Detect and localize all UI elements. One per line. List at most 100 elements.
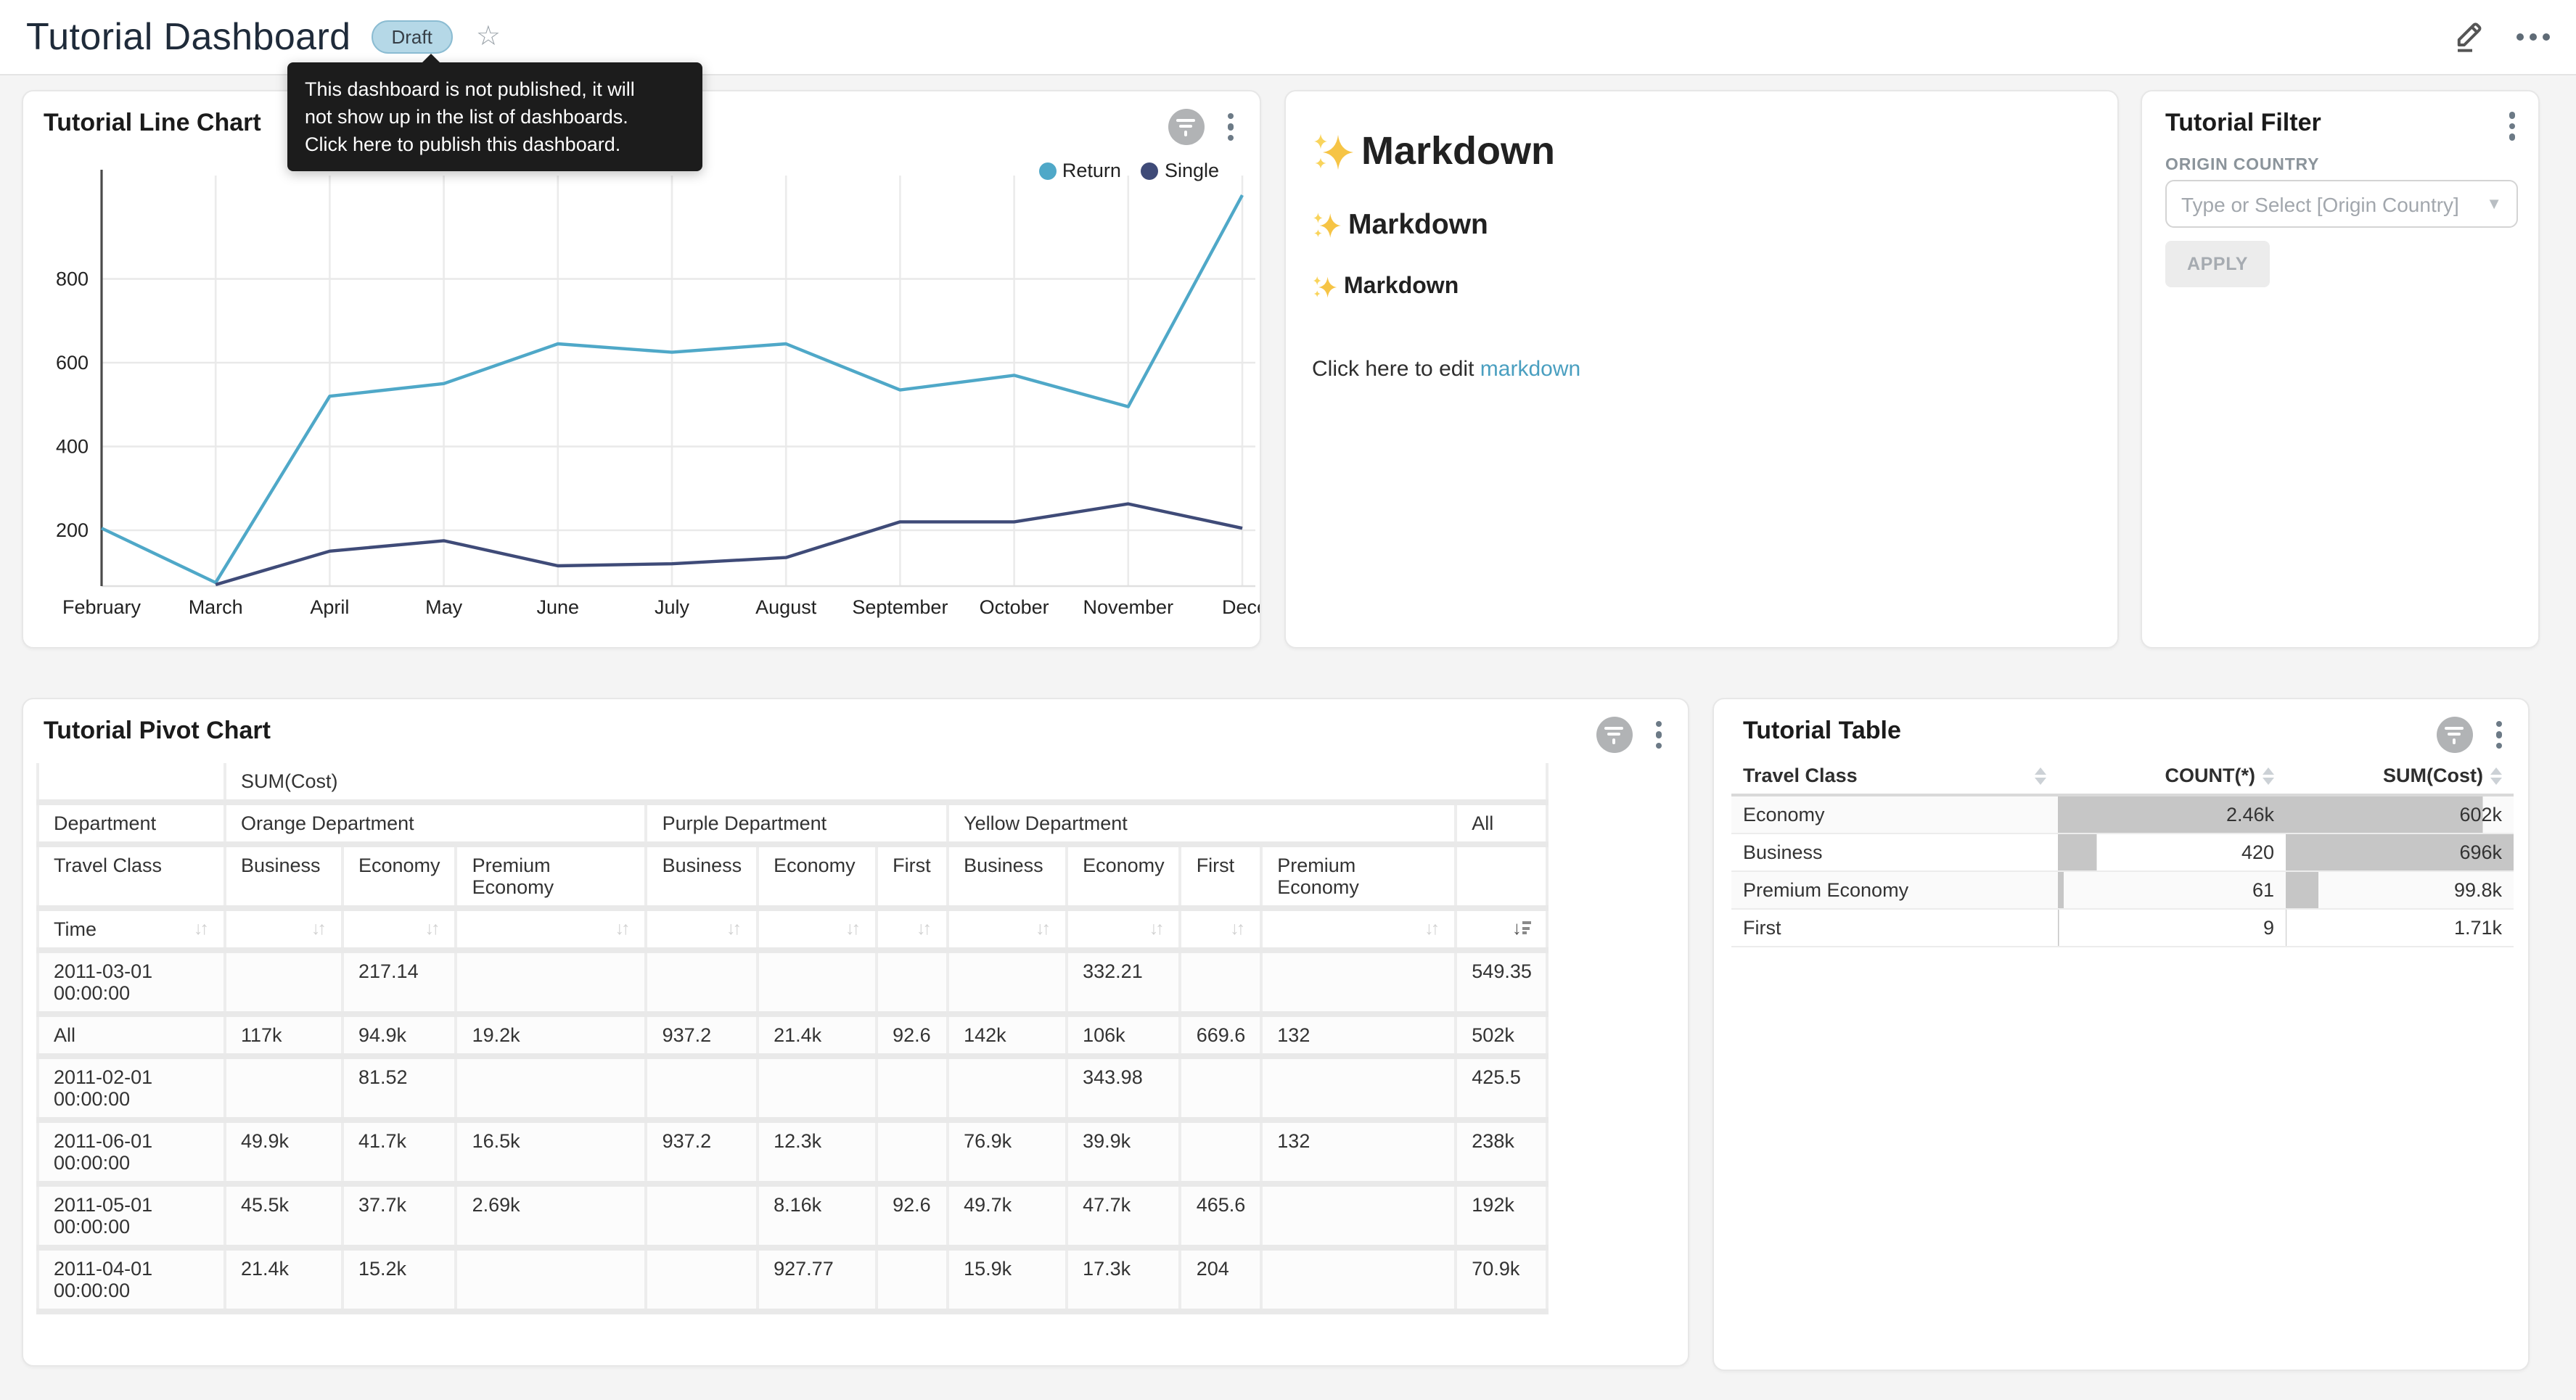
pivot-sort-cell: ↓↑ bbox=[456, 908, 647, 950]
pivot-cell: 343.98 bbox=[1067, 1056, 1181, 1120]
pivot-column-header: Premium Economy bbox=[1261, 844, 1456, 908]
apply-button[interactable]: APPLY bbox=[2165, 241, 2270, 287]
pivot-column-header: First bbox=[877, 844, 948, 908]
pivot-cell: 16.5k bbox=[456, 1120, 647, 1184]
pivot-cell bbox=[647, 1184, 758, 1248]
pivot-cell: 37.7k bbox=[342, 1184, 456, 1248]
markdown-h2-text: Markdown bbox=[1348, 209, 1488, 242]
pivot-sort-cell: ↓↑ bbox=[758, 908, 877, 950]
svg-text:800: 800 bbox=[56, 268, 89, 290]
pivot-cell: 15.9k bbox=[948, 1248, 1067, 1312]
table-cell-travel-class: First bbox=[1731, 909, 2058, 947]
chart-kebab-icon[interactable] bbox=[1652, 718, 1665, 752]
sort-toggle-icon[interactable]: ↓↑ bbox=[1230, 918, 1245, 939]
pivot-cell bbox=[1181, 1120, 1262, 1184]
tooltip-line: not show up in the list of dashboards. bbox=[305, 103, 685, 131]
sort-toggle-icon[interactable]: ↓↑ bbox=[1149, 918, 1165, 939]
pivot-column-group-header: Orange Department bbox=[225, 802, 647, 844]
edit-pencil-icon[interactable] bbox=[2454, 22, 2485, 52]
sort-toggle-icon[interactable]: ↓↑ bbox=[916, 918, 932, 939]
svg-text:September: September bbox=[852, 596, 948, 618]
filter-indicator-icon[interactable] bbox=[1596, 717, 1632, 753]
pivot-sort-cell: ↓ bbox=[1456, 908, 1548, 950]
filter-kebab-icon[interactable] bbox=[2506, 109, 2518, 143]
pivot-chart-title: Tutorial Pivot Chart bbox=[44, 717, 271, 746]
svg-text:June: June bbox=[537, 596, 580, 618]
filter-indicator-icon[interactable] bbox=[2436, 717, 2472, 753]
sort-toggle-icon[interactable]: ↓↑ bbox=[726, 918, 742, 939]
sort-toggle-icon[interactable]: ↓↑ bbox=[1035, 918, 1051, 939]
pivot-cell: 92.6 bbox=[877, 1014, 948, 1056]
chart-kebab-icon[interactable] bbox=[2493, 718, 2505, 752]
pivot-cell: 502k bbox=[1456, 1014, 1548, 1056]
pivot-row-label: 2011-05-01 00:00:00 bbox=[38, 1184, 225, 1248]
table-header-travel-class[interactable]: Travel Class bbox=[1731, 757, 2058, 795]
pivot-cell: 204 bbox=[1181, 1248, 1262, 1312]
pivot-sort-cell: ↓↑ bbox=[225, 908, 342, 950]
pivot-cell bbox=[456, 1248, 647, 1312]
pivot-row-label: 2011-03-01 00:00:00 bbox=[38, 950, 225, 1014]
pivot-sort-cell: ↓↑ bbox=[1067, 908, 1181, 950]
sort-toggle-icon[interactable]: ↓↑ bbox=[425, 918, 440, 939]
pivot-column-header bbox=[1456, 844, 1548, 908]
pivot-cell bbox=[948, 950, 1067, 1014]
pivot-corner-cell bbox=[38, 763, 225, 802]
origin-country-select[interactable]: Type or Select [Origin Country] ▼ bbox=[2165, 180, 2518, 228]
pivot-cell: 2.69k bbox=[456, 1184, 647, 1248]
svg-text:April: April bbox=[310, 596, 349, 618]
pivot-column-group-header: Purple Department bbox=[647, 802, 948, 844]
pivot-cell bbox=[877, 1248, 948, 1312]
pivot-row: 2011-04-01 00:00:0021.4k15.2k927.7715.9k… bbox=[38, 1248, 1548, 1312]
pivot-chart-card: Tutorial Pivot Chart SUM(Cost)Department… bbox=[22, 698, 1689, 1367]
pivot-cell: 76.9k bbox=[948, 1120, 1067, 1184]
sort-toggle-icon[interactable]: ↓↑ bbox=[311, 918, 327, 939]
sort-descending-active-icon[interactable]: ↓ bbox=[1512, 918, 1532, 937]
pivot-row-label: 2011-02-01 00:00:00 bbox=[38, 1056, 225, 1120]
pivot-cell bbox=[1261, 1248, 1456, 1312]
pivot-row: All117k94.9k19.2k937.221.4k92.6142k106k6… bbox=[38, 1014, 1548, 1056]
markdown-h1-text: Markdown bbox=[1361, 129, 1555, 174]
svg-text:May: May bbox=[425, 596, 463, 618]
sparkles-icon bbox=[1312, 274, 1338, 300]
pivot-cell: 217.14 bbox=[342, 950, 456, 1014]
markdown-paragraph-text: Click here to edit bbox=[1312, 357, 1480, 382]
table-cell-travel-class: Economy bbox=[1731, 795, 2058, 833]
pivot-cell bbox=[647, 950, 758, 1014]
line-chart-plot[interactable]: 200400600800FebruaryMarchAprilMayJuneJul… bbox=[23, 91, 1260, 647]
pivot-column-header: Business bbox=[225, 844, 342, 908]
pivot-cell: 92.6 bbox=[877, 1184, 948, 1248]
markdown-edit-link[interactable]: markdown bbox=[1480, 357, 1580, 382]
filter-card-title: Tutorial Filter bbox=[2165, 109, 2321, 138]
pivot-cell: 192k bbox=[1456, 1184, 1548, 1248]
pivot-cell bbox=[948, 1056, 1067, 1120]
pivot-cell bbox=[647, 1056, 758, 1120]
svg-text:July: July bbox=[655, 596, 690, 618]
sort-toggle-icon[interactable]: ↓↑ bbox=[194, 918, 209, 939]
pivot-sort-cell: ↓↑ bbox=[647, 908, 758, 950]
table-cell-count: 420 bbox=[2058, 833, 2286, 871]
table-cell-sum: 696k bbox=[2286, 833, 2514, 871]
sort-toggle-icon[interactable]: ↓↑ bbox=[1424, 918, 1440, 939]
svg-text:Dece: Dece bbox=[1222, 596, 1260, 618]
table-header-sum-cost[interactable]: SUM(Cost) bbox=[2286, 757, 2514, 795]
pivot-sort-cell: ↓↑ bbox=[342, 908, 456, 950]
pivot-column-header: Business bbox=[948, 844, 1067, 908]
more-ellipsis-icon[interactable] bbox=[2516, 33, 2550, 41]
table-header-count[interactable]: COUNT(*) bbox=[2058, 757, 2286, 795]
pivot-cell bbox=[1181, 950, 1262, 1014]
publish-tooltip: This dashboard is not published, it will… bbox=[287, 62, 702, 171]
table-cell-travel-class: Business bbox=[1731, 833, 2058, 871]
table-cell-count: 9 bbox=[2058, 909, 2286, 947]
pivot-cell bbox=[877, 1120, 948, 1184]
svg-text:November: November bbox=[1083, 596, 1174, 618]
favorite-star-icon[interactable]: ☆ bbox=[476, 20, 501, 54]
sort-toggle-icon[interactable]: ↓↑ bbox=[845, 918, 861, 939]
svg-text:400: 400 bbox=[56, 436, 89, 458]
sort-toggle-icon[interactable]: ↓↑ bbox=[615, 918, 631, 939]
table-row: First91.71k bbox=[1731, 909, 2514, 947]
draft-badge[interactable]: Draft bbox=[372, 20, 453, 54]
svg-text:October: October bbox=[980, 596, 1049, 618]
line-chart-card: Tutorial Line Chart Return Single 200400… bbox=[22, 90, 1261, 648]
svg-text:200: 200 bbox=[56, 519, 89, 541]
pivot-cell: 669.6 bbox=[1181, 1014, 1262, 1056]
